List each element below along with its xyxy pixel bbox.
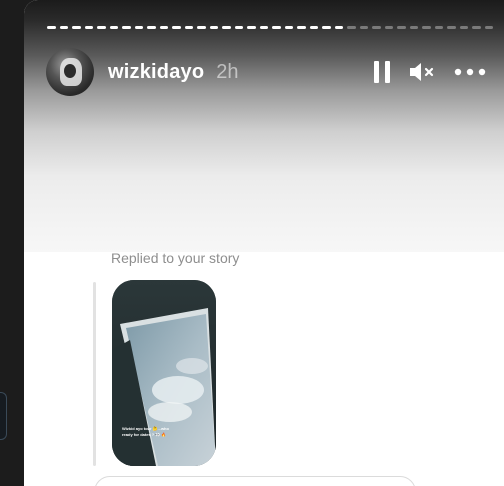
avatar[interactable] bbox=[46, 48, 94, 96]
thumbnail-caption: Wizkid ayo tour 🤔...who ready for dates … bbox=[122, 426, 169, 437]
progress-segment bbox=[447, 26, 456, 29]
progress-segment bbox=[459, 26, 468, 29]
skylight-photo bbox=[112, 280, 216, 466]
progress-segment bbox=[172, 26, 181, 29]
progress-segment bbox=[59, 26, 68, 29]
progress-segment bbox=[372, 26, 381, 29]
story-viewer: wizkidayo 2h Replied to your story Wizki… bbox=[0, 0, 504, 486]
progress-segment bbox=[97, 26, 106, 29]
progress-segment bbox=[197, 26, 206, 29]
progress-segment bbox=[334, 26, 343, 29]
post-time: 2h bbox=[216, 60, 239, 83]
progress-segment bbox=[147, 26, 156, 29]
progress-segment bbox=[259, 26, 268, 29]
progress-segment bbox=[397, 26, 406, 29]
progress-segment bbox=[409, 26, 418, 29]
progress-segment bbox=[122, 26, 131, 29]
progress-segment bbox=[209, 26, 218, 29]
progress-segment bbox=[297, 26, 306, 29]
progress-segment bbox=[222, 26, 231, 29]
progress-segment bbox=[434, 26, 443, 29]
story-header: wizkidayo 2h bbox=[46, 48, 486, 96]
muted-speaker-icon[interactable] bbox=[408, 60, 436, 84]
progress-segment bbox=[347, 26, 356, 29]
progress-segment bbox=[322, 26, 331, 29]
progress-segment bbox=[247, 26, 256, 29]
story-progress-bar bbox=[47, 26, 493, 29]
progress-segment bbox=[234, 26, 243, 29]
username[interactable]: wizkidayo bbox=[108, 61, 204, 84]
quote-bar bbox=[93, 282, 96, 466]
replied-to-story-label: Replied to your story bbox=[111, 250, 240, 266]
progress-segment bbox=[84, 26, 93, 29]
progress-segment bbox=[272, 26, 281, 29]
progress-segment bbox=[284, 26, 293, 29]
pause-icon[interactable] bbox=[374, 61, 390, 83]
progress-segment bbox=[309, 26, 318, 29]
story-panel: wizkidayo 2h Replied to your story Wizki… bbox=[24, 0, 504, 486]
more-options-icon[interactable] bbox=[454, 68, 486, 76]
progress-segment bbox=[109, 26, 118, 29]
progress-segment bbox=[159, 26, 168, 29]
progress-segment bbox=[472, 26, 481, 29]
progress-segment bbox=[359, 26, 368, 29]
progress-segment bbox=[47, 26, 56, 29]
message-input[interactable] bbox=[94, 476, 416, 486]
progress-segment bbox=[484, 26, 493, 29]
story-controls bbox=[374, 60, 486, 84]
story-media[interactable]: wizkidayo 2h bbox=[24, 0, 504, 252]
progress-segment bbox=[134, 26, 143, 29]
progress-segment bbox=[422, 26, 431, 29]
progress-segment bbox=[384, 26, 393, 29]
story-reply-thumbnail[interactable]: Wizkid ayo tour 🤔...who ready for dates … bbox=[112, 280, 216, 466]
progress-segment bbox=[184, 26, 193, 29]
progress-segment bbox=[72, 26, 81, 29]
previous-story-handle[interactable] bbox=[0, 392, 7, 440]
